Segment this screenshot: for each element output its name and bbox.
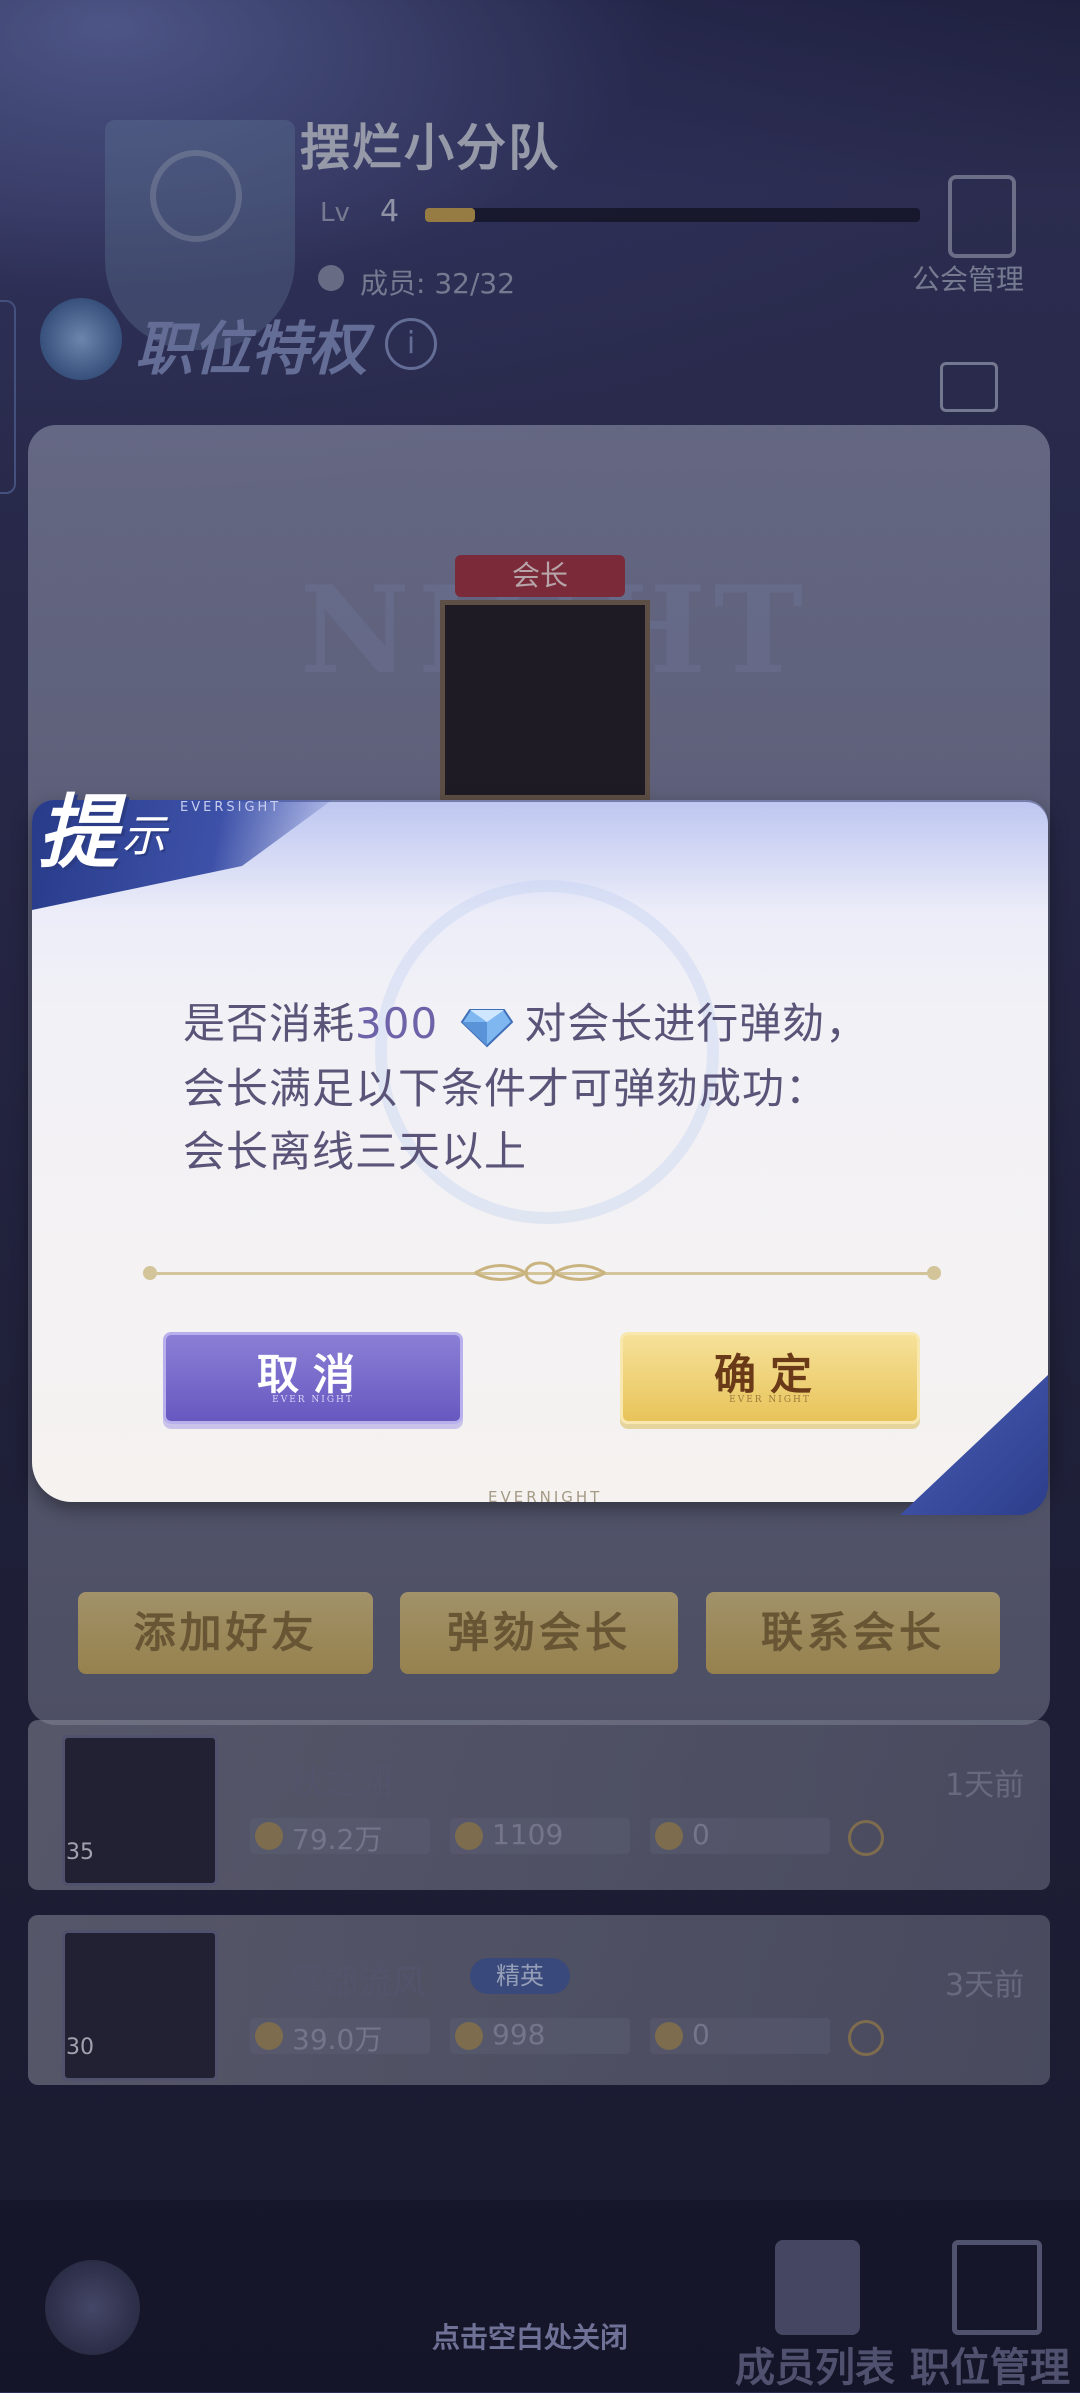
message-line-3: 会长离线三天以上 [183, 1127, 528, 1176]
confirm-label: 确定 [713, 1350, 826, 1399]
cost-amount: 300 [355, 999, 439, 1048]
message-suffix: 对会长进行弹劾， [524, 999, 869, 1048]
divider-dot [927, 1266, 941, 1280]
cancel-label: 取消 [256, 1350, 369, 1399]
message-line-2: 会长满足以下条件才可弹劾成功： [183, 1064, 829, 1113]
diamond-icon [460, 1006, 514, 1048]
cancel-sub-label: EVER NIGHT [272, 1395, 354, 1405]
message-prefix: 是否消耗 [183, 999, 356, 1048]
confirm-button[interactable]: 确定 EVER NIGHT [620, 1332, 920, 1424]
dialog-title-main: 提 [38, 785, 118, 879]
close-hint: 点击空白处关闭 [432, 2321, 629, 2354]
dialog-title-secondary: 示 [122, 811, 166, 862]
dialog-footer-brand: EVERNIGHT [488, 1488, 603, 1506]
confirm-sub-label: EVER NIGHT [729, 1395, 811, 1405]
message-line-1: 是否消耗300 对会长进行弹劾， [183, 990, 868, 1051]
cancel-button[interactable]: 取消 EVER NIGHT [163, 1332, 463, 1424]
divider-dot [143, 1266, 157, 1280]
divider-ornament-icon [470, 1258, 610, 1288]
dialog-brand-text: EVERSIGHT [180, 800, 282, 815]
